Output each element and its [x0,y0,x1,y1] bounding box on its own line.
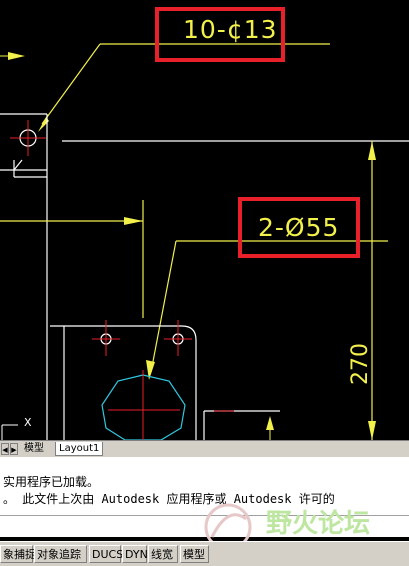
status-osnap-button[interactable]: 象捕捉 [0,545,36,563]
command-input[interactable] [0,515,409,536]
drawing-canvas[interactable]: 270 10-¢13 2-Ø55 X [0,0,409,441]
status-lwt-button[interactable]: 线宽 [148,545,178,563]
status-otrack-button[interactable]: 对象追踪 [34,545,87,563]
tab-layout1[interactable]: Layout1 [55,442,104,456]
tab-model[interactable]: 模型 [21,442,47,456]
command-history-line: 实用程序已加载。 [3,475,100,489]
command-window: 实用程序已加载。 。 此文件上次由 Autodesk 应用程序或 Autodes… [0,457,409,537]
dimension-270-text: 270 [348,343,373,385]
callout-text-2: 2-Ø55 [258,213,340,242]
status-model-button[interactable]: 模型 [180,545,209,563]
command-history-line: 。 此文件上次由 Autodesk 应用程序或 Autodesk 许可的 [3,492,335,506]
callout-text-1: 10-¢13 [183,15,278,44]
status-bar: 象捕捉 对象追踪 DUCS DYN 线宽 模型 [0,541,409,566]
ucs-x-label: X [24,416,32,429]
tab-next-button[interactable]: ▶ [10,443,18,455]
status-dyn-button[interactable]: DYN [122,545,148,563]
status-ducs-button[interactable]: DUCS [89,545,123,563]
tab-prev-button[interactable]: ◀ [1,443,9,455]
layout-tab-bar: ◀ ▶ 模型 Layout1 [0,440,409,457]
